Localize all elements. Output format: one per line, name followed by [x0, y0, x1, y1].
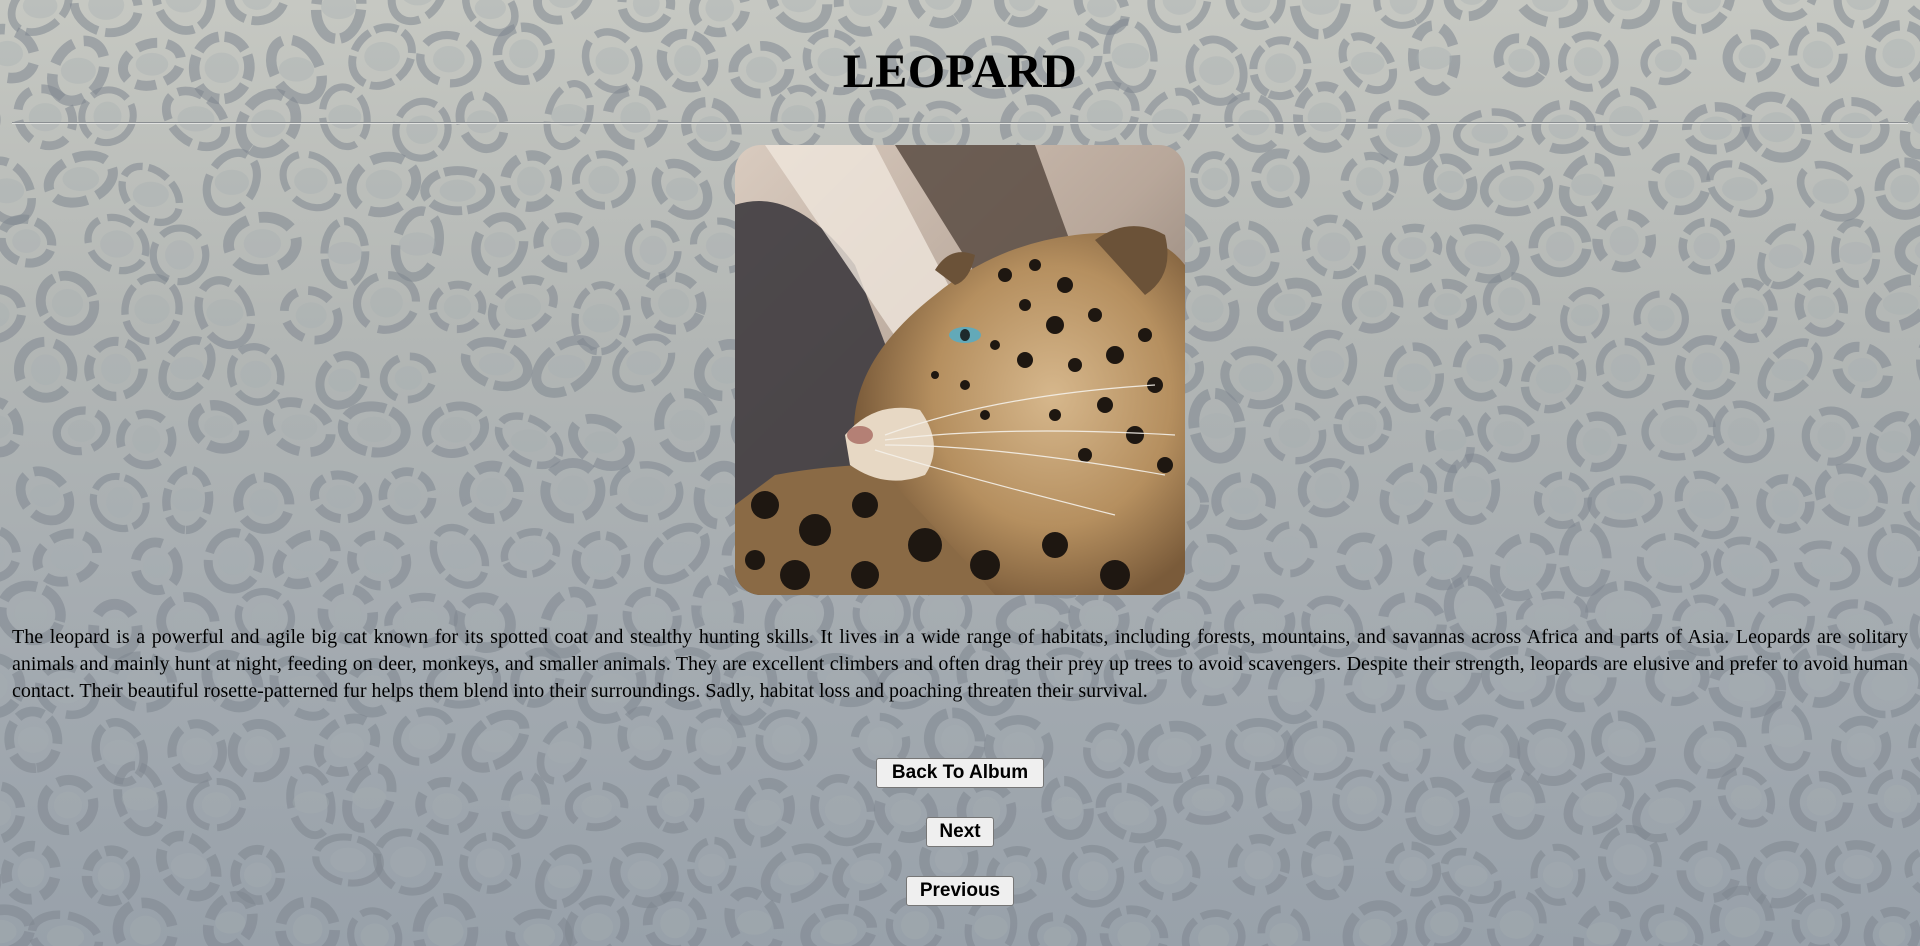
leopard-photo [735, 145, 1185, 595]
next-button[interactable]: Next [926, 817, 994, 847]
animal-description: The leopard is a powerful and agile big … [12, 626, 1908, 702]
page-container: LEOPARD The leopard is a powerful and ag… [0, 0, 1920, 946]
title-divider [12, 122, 1908, 124]
previous-button[interactable]: Previous [906, 876, 1014, 906]
leopard-image [735, 145, 1185, 595]
back-to-album-button[interactable]: Back To Album [876, 758, 1044, 788]
page-title: LEOPARD [842, 45, 1078, 98]
